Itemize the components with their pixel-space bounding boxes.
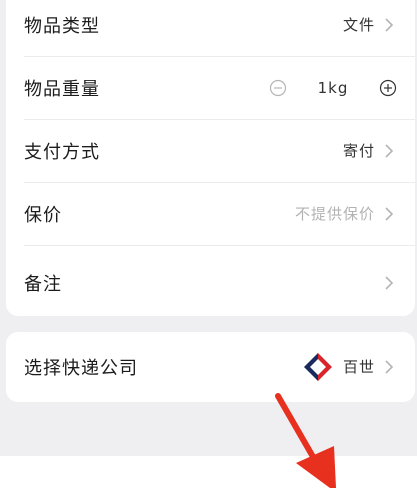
chevron-right-icon bbox=[385, 143, 394, 158]
best-express-logo-icon bbox=[303, 352, 332, 381]
plus-circle-icon[interactable] bbox=[379, 79, 397, 97]
row-item-weight: 物品重量 1kg bbox=[6, 56, 415, 119]
shipment-details-card: 物品类型 文件 物品重量 1kg 支付方式 寄付 保价 不提供保价 备注 bbox=[6, 0, 415, 316]
row-insurance[interactable]: 保价 不提供保价 bbox=[6, 182, 415, 245]
courier-card: 选择快递公司 百世 bbox=[6, 332, 415, 402]
item-type-label: 物品类型 bbox=[24, 15, 100, 37]
row-item-type[interactable]: 物品类型 文件 bbox=[6, 0, 415, 56]
chevron-right-icon bbox=[385, 206, 394, 221]
row-payment-method[interactable]: 支付方式 寄付 bbox=[6, 119, 415, 182]
courier-value: 百世 bbox=[342, 358, 375, 376]
insurance-value: 不提供保价 bbox=[294, 205, 375, 223]
remark-label: 备注 bbox=[24, 273, 62, 295]
chevron-right-icon bbox=[385, 359, 394, 374]
weight-stepper: 1kg bbox=[269, 79, 397, 97]
weight-value: 1kg bbox=[317, 78, 349, 97]
payment-method-label: 支付方式 bbox=[24, 141, 100, 163]
minus-circle-icon[interactable] bbox=[269, 79, 287, 97]
item-weight-label: 物品重量 bbox=[24, 78, 100, 100]
bottom-bar bbox=[0, 456, 417, 488]
chevron-right-icon bbox=[385, 275, 394, 290]
item-type-value: 文件 bbox=[342, 16, 375, 34]
divider bbox=[24, 245, 415, 246]
select-courier-label: 选择快递公司 bbox=[24, 357, 138, 379]
payment-method-value: 寄付 bbox=[342, 142, 375, 160]
row-select-courier[interactable]: 选择快递公司 百世 bbox=[6, 335, 415, 398]
row-remark[interactable]: 备注 bbox=[6, 251, 415, 314]
chevron-right-icon bbox=[385, 17, 394, 32]
insurance-label: 保价 bbox=[24, 204, 62, 226]
order-form-page: 物品类型 文件 物品重量 1kg 支付方式 寄付 保价 不提供保价 备注 选择快… bbox=[0, 0, 417, 488]
